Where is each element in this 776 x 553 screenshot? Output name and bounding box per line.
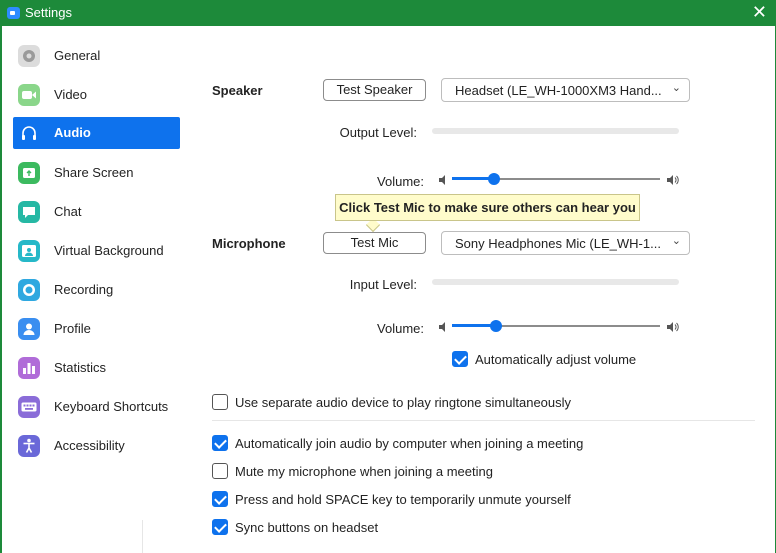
microphone-heading: Microphone	[212, 236, 286, 251]
sidebar-item-statistics[interactable]: Statistics	[13, 352, 180, 384]
slider-knob[interactable]	[489, 320, 502, 332]
microphone-volume-slider[interactable]	[452, 320, 660, 332]
speaker-device-value: Headset (LE_WH-1000XM3 Hand...	[455, 83, 662, 98]
share-screen-icon	[18, 162, 40, 184]
space-to-unmute-label: Press and hold SPACE key to temporarily …	[235, 492, 571, 507]
auto-join-audio-checkbox[interactable]	[212, 435, 228, 451]
sidebar-divider	[142, 520, 143, 553]
chat-bubble-icon	[18, 201, 40, 223]
output-level-label: Output Level:	[339, 125, 417, 140]
volume-low-icon	[439, 322, 445, 332]
sidebar-item-video[interactable]: Video	[13, 79, 180, 111]
output-level-meter	[432, 128, 679, 134]
sidebar-item-general[interactable]: General	[13, 40, 180, 72]
sidebar-item-profile[interactable]: Profile	[13, 313, 180, 345]
chevron-down-icon: ⌄	[671, 82, 681, 94]
sidebar-item-accessibility[interactable]: Accessibility	[13, 430, 180, 462]
headphones-icon	[18, 122, 40, 144]
statistics-icon	[18, 357, 40, 379]
sidebar-item-chat[interactable]: Chat	[13, 196, 180, 228]
space-to-unmute-checkbox[interactable]	[212, 491, 228, 507]
window-title: Settings	[25, 5, 72, 20]
speaker-volume-slider[interactable]	[452, 173, 660, 185]
microphone-volume-label: Volume:	[377, 321, 424, 336]
test-mic-button[interactable]: Test Mic	[323, 232, 426, 254]
speaker-volume-label: Volume:	[377, 174, 424, 189]
sync-headset-buttons-checkbox[interactable]	[212, 519, 228, 535]
sidebar-item-virtual-background[interactable]: Virtual Background	[13, 235, 180, 267]
zoom-app-icon	[7, 7, 20, 19]
speaker-device-select[interactable]: Headset (LE_WH-1000XM3 Hand... ⌄	[441, 78, 690, 102]
test-speaker-button[interactable]: Test Speaker	[323, 79, 426, 101]
sidebar-item-label: Chat	[54, 204, 82, 219]
auto-adjust-volume-label: Automatically adjust volume	[475, 352, 637, 367]
gear-icon	[18, 45, 40, 67]
auto-adjust-volume-checkbox[interactable]	[452, 351, 468, 367]
input-level-meter	[432, 279, 679, 285]
auto-join-audio-label: Automatically join audio by computer whe…	[235, 436, 584, 451]
virtual-background-icon	[18, 240, 40, 262]
section-divider	[212, 420, 755, 421]
separate-ringtone-device-checkbox[interactable]	[212, 394, 228, 410]
sidebar-item-label: Share Screen	[54, 165, 134, 180]
input-level-label: Input Level:	[349, 277, 417, 292]
test-mic-tooltip: Click Test Mic to make sure others can h…	[335, 194, 640, 221]
microphone-device-value: Sony Headphones Mic (LE_WH-1...	[455, 236, 661, 251]
microphone-device-select[interactable]: Sony Headphones Mic (LE_WH-1... ⌄	[441, 231, 690, 255]
sidebar-item-label: Statistics	[54, 360, 107, 375]
settings-sidebar: General Video Audio Share Screen Chat Vi…	[2, 26, 192, 553]
sidebar-item-label: Recording	[54, 282, 114, 297]
sidebar-item-label: Video	[54, 87, 88, 102]
profile-icon	[18, 318, 40, 340]
sidebar-item-share-screen[interactable]: Share Screen	[13, 157, 180, 189]
record-icon	[18, 279, 40, 301]
sidebar-item-label: Profile	[54, 321, 91, 336]
speaker-heading: Speaker	[212, 83, 263, 98]
sidebar-item-label: General	[54, 48, 101, 63]
slider-knob[interactable]	[487, 173, 500, 185]
mute-mic-on-join-checkbox[interactable]	[212, 463, 228, 479]
sync-headset-buttons-label: Sync buttons on headset	[235, 520, 379, 535]
sidebar-item-recording[interactable]: Recording	[13, 274, 180, 306]
sidebar-item-keyboard-shortcuts[interactable]: Keyboard Shortcuts	[13, 391, 180, 423]
accessibility-icon	[18, 435, 40, 457]
sidebar-item-label: Audio	[54, 125, 91, 140]
sidebar-item-label: Virtual Background	[54, 243, 164, 258]
volume-low-icon	[439, 175, 445, 185]
mute-mic-on-join-label: Mute my microphone when joining a meetin…	[235, 464, 493, 479]
keyboard-icon	[18, 396, 40, 418]
chevron-down-icon: ⌄	[671, 235, 681, 247]
close-icon[interactable]: ✕	[752, 2, 767, 22]
volume-high-icon	[667, 175, 679, 185]
title-bar: Settings ✕	[0, 0, 776, 26]
sidebar-item-label: Keyboard Shortcuts	[54, 399, 169, 414]
video-camera-icon	[18, 84, 40, 106]
sidebar-item-label: Accessibility	[54, 438, 125, 453]
separate-ringtone-device-label: Use separate audio device to play ringto…	[235, 395, 572, 410]
sidebar-item-audio[interactable]: Audio	[13, 117, 180, 149]
volume-high-icon	[667, 322, 679, 332]
